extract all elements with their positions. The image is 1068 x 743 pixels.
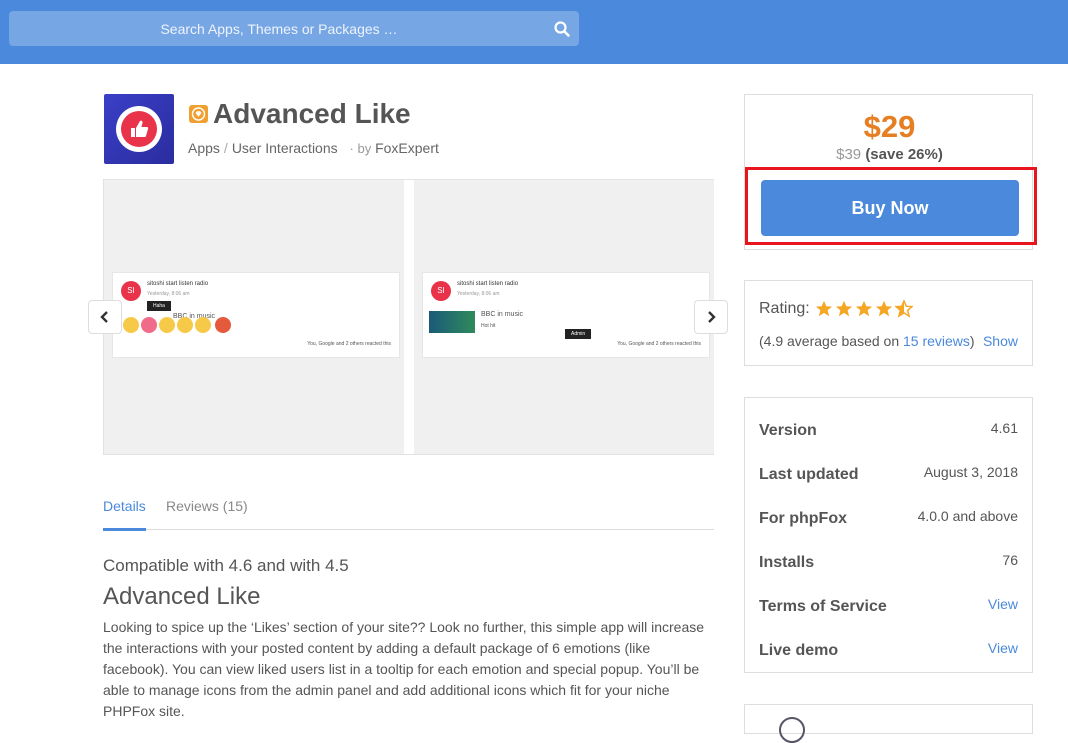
info-row-terms: Terms of Service View	[745, 578, 1032, 622]
wow-emoji-icon	[195, 317, 211, 333]
star-icon	[875, 300, 893, 317]
gallery-next-button[interactable]	[694, 300, 728, 334]
buy-now-button[interactable]: Buy Now	[761, 180, 1019, 236]
rating-label: Rating:	[759, 300, 810, 317]
top-bar	[0, 0, 1068, 64]
old-price: $39	[836, 146, 862, 163]
info-value: 76	[1002, 552, 1018, 568]
author-link[interactable]: FoxExpert	[375, 140, 439, 156]
thumbs-up-icon	[131, 120, 149, 137]
info-key: Terms of Service	[759, 598, 887, 615]
preview-reactions: You, Google and 2 others reacted this	[307, 341, 391, 347]
premium-badge-icon	[189, 105, 208, 123]
info-key: Installs	[759, 554, 815, 571]
angry-emoji-icon	[215, 317, 231, 333]
search-input[interactable]	[9, 11, 549, 46]
chevron-left-icon	[100, 311, 108, 323]
info-row-live-demo: Live demo View	[745, 622, 1032, 666]
info-row-last-updated: Last updated August 3, 2018	[745, 446, 1032, 490]
haha-emoji-icon	[159, 317, 175, 333]
preview-post-sub: Hot hit	[481, 323, 496, 329]
page-title: Advanced Like	[213, 98, 411, 129]
screenshot-gallery: SI sitoshi start listen radio Yesterday,…	[103, 179, 714, 455]
star-icon	[815, 300, 833, 317]
info-key: Version	[759, 422, 817, 439]
preview-tooltip: Haha	[147, 301, 171, 311]
info-row-phpfox: For phpFox 4.0.0 and above	[745, 490, 1032, 534]
rating-summary-suffix: )	[969, 333, 975, 349]
chevron-right-icon	[708, 311, 716, 323]
info-value: August 3, 2018	[923, 464, 1018, 480]
original-price-line: $39 (save 26%)	[745, 146, 1034, 163]
price: $29	[863, 109, 916, 144]
info-key: For phpFox	[759, 510, 847, 527]
live-demo-view-link[interactable]: View	[988, 640, 1018, 656]
preview-time: Yesterday, 8:06 am	[457, 291, 500, 297]
preview-post-text: BBC in music	[481, 311, 524, 318]
tab-details[interactable]: Details	[103, 498, 146, 531]
app-logo	[104, 94, 174, 164]
details-tabs: Details Reviews (15)	[103, 490, 714, 531]
author-panel	[744, 704, 1033, 743]
star-rating	[815, 300, 915, 318]
like-emoji-icon	[123, 317, 139, 333]
details-heading: Advanced Like	[103, 583, 261, 610]
search-box	[9, 11, 579, 46]
preview-user-name: sitoshi start listen radio	[457, 281, 519, 287]
star-icon	[835, 300, 853, 317]
love-emoji-icon	[141, 317, 157, 333]
avatar	[779, 717, 805, 743]
smile-emoji-icon	[177, 317, 193, 333]
info-key: Live demo	[759, 642, 839, 659]
breadcrumb-apps[interactable]: Apps	[188, 140, 220, 156]
breadcrumb-category[interactable]: User Interactions	[232, 140, 338, 156]
preview-time: Yesterday, 8:06 am	[147, 291, 190, 297]
star-icon	[855, 300, 873, 317]
preview-card: SI sitoshi start listen radio Yesterday,…	[422, 272, 710, 358]
gallery-slide[interactable]: SI sitoshi start listen radio Yesterday,…	[104, 180, 404, 454]
terms-view-link[interactable]: View	[988, 596, 1018, 612]
reviews-link[interactable]: 15 reviews	[903, 333, 970, 349]
info-row-version: Version 4.61	[745, 402, 1032, 446]
preview-tooltip: Admin	[565, 329, 592, 339]
description-text: Looking to spice up the ‘Likes’ section …	[103, 619, 705, 719]
info-value: 4.0.0 and above	[917, 508, 1018, 524]
gallery-prev-button[interactable]	[88, 300, 122, 334]
save-label: (save 26%)	[865, 146, 943, 163]
by-label: · by	[349, 141, 372, 156]
info-value: 4.61	[990, 420, 1018, 436]
rating-summary-prefix: (4.9 average based on	[759, 333, 903, 349]
search-icon[interactable]	[553, 20, 571, 38]
preview-user-name: sitoshi start listen radio	[147, 281, 209, 287]
preview-reactions: You, Google and 2 others reacted this	[617, 341, 701, 347]
tab-reviews[interactable]: Reviews (15)	[166, 498, 248, 528]
rating-panel: Rating: (4.9 average based on 15 reviews…	[744, 280, 1033, 366]
gallery-slide[interactable]: SI sitoshi start listen radio Yesterday,…	[414, 180, 714, 454]
info-key: Last updated	[759, 466, 859, 483]
price-panel: $29 $39 (save 26%) Buy Now	[744, 94, 1037, 250]
preview-card: SI sitoshi start listen radio Yesterday,…	[112, 272, 400, 358]
half-star-icon	[895, 300, 913, 318]
avatar: SI	[431, 281, 451, 301]
show-reviews-link[interactable]: Show	[983, 333, 1018, 349]
compatibility-text: Compatible with 4.6 and with 4.5	[103, 556, 349, 575]
breadcrumb: Apps / User Interactions · by FoxExpert	[188, 140, 439, 156]
preview-thumbnail	[429, 311, 475, 333]
avatar: SI	[121, 281, 141, 301]
info-row-installs: Installs 76	[745, 534, 1032, 578]
rating-summary: (4.9 average based on 15 reviews)	[759, 333, 975, 349]
buy-highlight: Buy Now	[745, 167, 1037, 245]
info-panel: Version 4.61 Last updated August 3, 2018…	[744, 397, 1033, 673]
